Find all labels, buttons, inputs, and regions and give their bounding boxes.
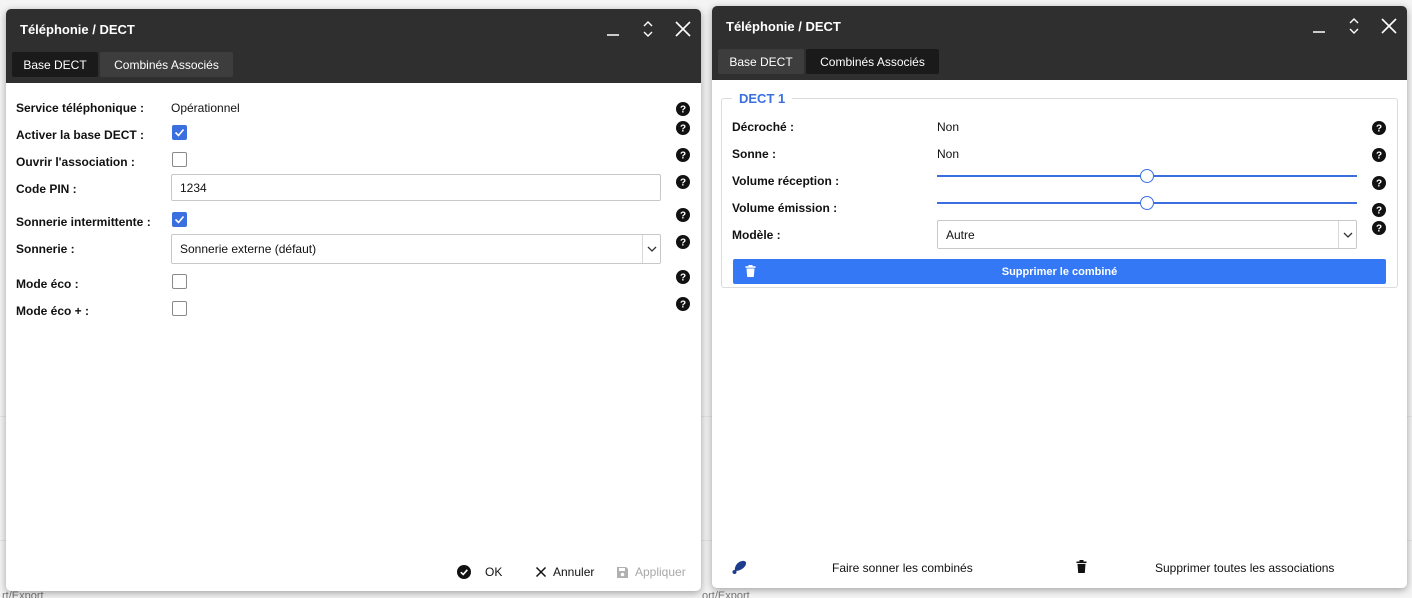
help-icon[interactable]: ? [676, 148, 690, 162]
check-circle-icon [457, 565, 471, 579]
minimize-icon[interactable] [602, 18, 624, 40]
modele-select-value: Autre [946, 227, 975, 242]
annuler-button[interactable]: Annuler [535, 565, 594, 579]
dect-window-base: Téléphonie / DECT Base DECT Combinés Ass… [6, 9, 701, 591]
ouvrir-label: Ouvrir l'association : [16, 155, 135, 169]
svg-text:?: ? [680, 300, 686, 311]
help-icon[interactable]: ? [1372, 121, 1386, 135]
help-icon[interactable]: ? [676, 175, 690, 189]
modele-select[interactable]: Autre [937, 220, 1357, 249]
service-value: Opérationnel [171, 101, 240, 115]
supprimer-combine-label: Supprimer le combiné [1001, 265, 1118, 278]
svg-text:?: ? [1376, 151, 1382, 162]
volume-emission-label: Volume émission : [732, 201, 838, 215]
help-icon[interactable]: ? [1372, 221, 1386, 235]
supprimer-combine-button[interactable]: Supprimer le combiné [733, 259, 1386, 284]
sonne-value: Non [937, 147, 960, 161]
svg-text:?: ? [680, 178, 686, 189]
help-icon[interactable]: ? [676, 121, 690, 135]
cancel-x-icon [535, 566, 547, 578]
volume-emission-slider[interactable] [937, 196, 1357, 210]
maximize-icon[interactable] [1343, 15, 1365, 37]
mode-eco-label: Mode éco : [16, 277, 79, 291]
dect-window-combines: Téléphonie / DECT Base DECT Combinés Ass… [712, 6, 1407, 588]
appliquer-label: Appliquer [635, 565, 686, 579]
sonnerie-select[interactable]: Sonnerie externe (défaut) [171, 234, 661, 264]
svg-text:?: ? [680, 238, 686, 249]
activer-label: Activer la base DECT : [16, 128, 145, 142]
tab-bar: Base DECT Combinés Associés [712, 46, 1407, 80]
title-bar[interactable]: Téléphonie / DECT [6, 9, 701, 49]
decroche-label: Décroché : [732, 120, 795, 134]
modele-label: Modèle : [732, 228, 781, 242]
svg-text:?: ? [680, 211, 686, 222]
appliquer-button[interactable]: Appliquer [616, 565, 686, 579]
svg-text:?: ? [1376, 124, 1382, 135]
faire-sonner-button[interactable]: Faire sonner les combinés [832, 561, 973, 575]
slider-thumb[interactable] [1140, 169, 1154, 183]
ouvrir-checkbox[interactable] [172, 152, 187, 167]
help-icon[interactable]: ? [676, 208, 690, 222]
trash-icon [745, 265, 756, 277]
tab-combines-associes[interactable]: Combinés Associés [100, 52, 233, 77]
pin-field[interactable]: 1234 [171, 174, 661, 201]
close-icon[interactable] [1378, 15, 1400, 37]
service-label: Service téléphonique : [16, 101, 145, 115]
save-icon [617, 566, 628, 578]
minimize-icon[interactable] [1308, 15, 1330, 37]
delete-all-icon-button[interactable] [1076, 560, 1095, 573]
help-icon[interactable]: ? [1372, 203, 1386, 217]
annuler-label: Annuler [553, 565, 595, 579]
tab-combines-associes[interactable]: Combinés Associés [806, 49, 939, 74]
sonnerie-intermittente-label: Sonnerie intermittente : [16, 215, 151, 229]
tab-base-dect[interactable]: Base DECT [718, 49, 804, 74]
ok-label: OK [485, 565, 503, 579]
svg-text:?: ? [680, 273, 686, 284]
help-icon[interactable]: ? [676, 297, 690, 311]
activer-checkbox[interactable] [172, 125, 187, 140]
sonnerie-select-value: Sonnerie externe (défaut) [180, 242, 317, 256]
help-icon[interactable]: ? [1372, 148, 1386, 162]
help-icon[interactable]: ? [1372, 176, 1386, 190]
svg-text:?: ? [1376, 179, 1382, 190]
svg-text:?: ? [680, 151, 686, 162]
supprimer-associations-button[interactable]: Supprimer toutes les associations [1155, 561, 1334, 575]
help-icon[interactable]: ? [676, 102, 690, 116]
mode-eco-plus-checkbox[interactable] [172, 301, 187, 316]
sonnerie-intermittente-checkbox[interactable] [172, 212, 187, 227]
maximize-icon[interactable] [637, 18, 659, 40]
mode-eco-plus-label: Mode éco + : [16, 304, 90, 318]
sonnerie-label: Sonnerie : [16, 242, 75, 256]
pin-label: Code PIN : [16, 182, 77, 196]
tab-bar: Base DECT Combinés Associés [6, 49, 701, 83]
ring-handsets-icon-button[interactable] [732, 559, 756, 575]
tab-base-dect[interactable]: Base DECT [12, 52, 98, 77]
sonne-label: Sonne : [732, 147, 776, 161]
decroche-value: Non [937, 120, 960, 134]
svg-text:?: ? [1376, 206, 1382, 217]
group-legend: DECT 1 [732, 91, 793, 106]
background-text: rt/Export [2, 590, 44, 598]
help-icon[interactable]: ? [676, 235, 690, 249]
title-bar[interactable]: Téléphonie / DECT [712, 6, 1407, 46]
svg-text:?: ? [680, 124, 686, 135]
background-text: ort/Export [702, 590, 750, 598]
slider-thumb[interactable] [1140, 196, 1154, 210]
bell-icon [732, 560, 747, 574]
ok-button[interactable]: OK [457, 565, 502, 579]
trash-icon [1076, 560, 1087, 573]
svg-text:?: ? [680, 105, 686, 116]
help-icon[interactable]: ? [676, 270, 690, 284]
close-icon[interactable] [672, 18, 694, 40]
chevron-down-icon[interactable] [1338, 221, 1356, 248]
volume-reception-slider[interactable] [937, 169, 1357, 183]
window-title: Téléphonie / DECT [20, 22, 135, 37]
window-title: Téléphonie / DECT [726, 19, 841, 34]
volume-reception-label: Volume réception : [732, 174, 840, 188]
svg-text:?: ? [1376, 224, 1382, 235]
mode-eco-checkbox[interactable] [172, 274, 187, 289]
chevron-down-icon[interactable] [642, 235, 660, 263]
